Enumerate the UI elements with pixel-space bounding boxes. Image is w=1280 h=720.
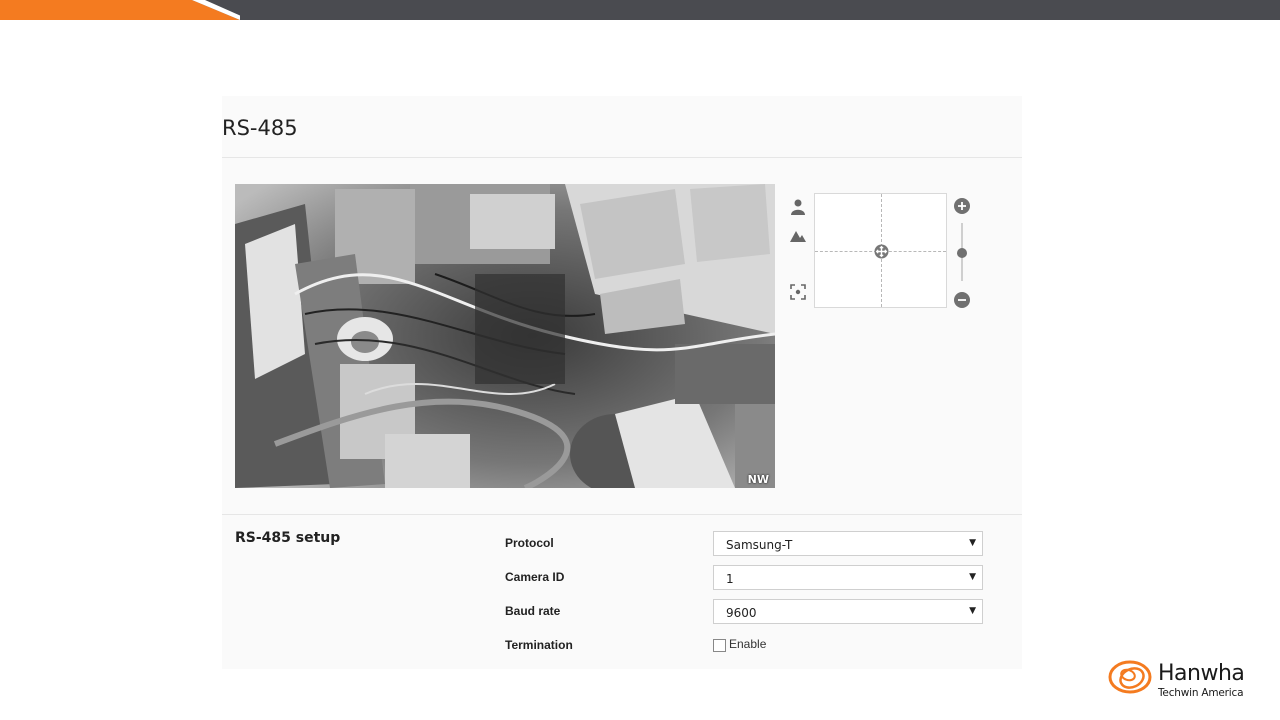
- protocol-value: Samsung-T: [726, 538, 793, 552]
- setup-divider: [222, 514, 1022, 515]
- protocol-select[interactable]: Samsung-T ▼: [713, 531, 983, 556]
- chevron-down-icon: ▼: [969, 606, 976, 616]
- termination-enable-label[interactable]: Enable: [729, 637, 766, 651]
- top-bar: [0, 0, 1280, 20]
- zoom-out-icon[interactable]: [954, 292, 970, 308]
- rs485-setup-title: RS-485 setup: [235, 530, 341, 546]
- pan-tilt-pad[interactable]: [814, 193, 947, 308]
- brand-name: Hanwha: [1158, 661, 1245, 686]
- chevron-down-icon: ▼: [969, 538, 976, 548]
- pan-tilt-center-icon[interactable]: [874, 244, 889, 259]
- baud-rate-value: 9600: [726, 606, 757, 620]
- chevron-down-icon: ▼: [969, 572, 976, 582]
- person-icon[interactable]: [789, 198, 807, 216]
- termination-label: Termination: [505, 638, 573, 652]
- page-title: RS-485: [222, 116, 298, 140]
- camera-id-select[interactable]: 1 ▼: [713, 565, 983, 590]
- camera-id-label: Camera ID: [505, 570, 565, 584]
- camera-id-value: 1: [726, 572, 734, 586]
- protocol-label: Protocol: [505, 536, 554, 550]
- brand-subtitle: Techwin America: [1158, 687, 1244, 699]
- termination-enable-checkbox[interactable]: [713, 639, 726, 652]
- focus-target-icon[interactable]: [789, 283, 807, 301]
- mountain-icon[interactable]: [789, 227, 807, 245]
- rs485-panel: RS-485 NW RS-485 setup Protocol Samsung-…: [222, 96, 1022, 669]
- compass-direction-label: NW: [747, 473, 769, 486]
- baud-rate-select[interactable]: 9600 ▼: [713, 599, 983, 624]
- title-divider: [222, 157, 1022, 158]
- baud-rate-label: Baud rate: [505, 604, 561, 618]
- camera-video-preview[interactable]: NW: [235, 184, 775, 488]
- zoom-in-icon[interactable]: [954, 198, 970, 214]
- orange-accent-stripe: [0, 0, 240, 20]
- camera-feed-image: [235, 184, 775, 488]
- zoom-slider-handle[interactable]: [957, 248, 967, 258]
- hanwha-logo-mark-icon: [1108, 660, 1152, 694]
- brand-logo: Hanwha Techwin America: [1106, 655, 1266, 703]
